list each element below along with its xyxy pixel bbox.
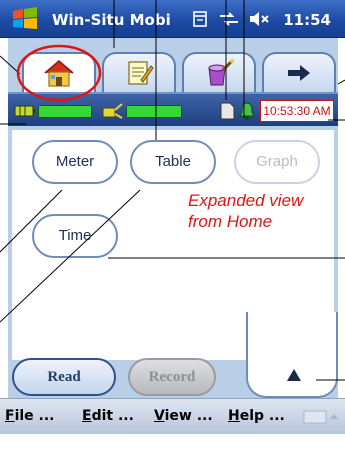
page-margin	[0, 434, 345, 460]
battery-icon	[14, 105, 35, 117]
tab-tools[interactable]	[182, 52, 256, 92]
signal-level-bar	[126, 105, 182, 118]
annotation-text: Expanded view from Home	[188, 190, 303, 232]
windows-flag-icon[interactable]	[10, 6, 40, 32]
app-title: Win-Situ Mobi	[52, 11, 171, 29]
edit-notepad-icon	[128, 61, 154, 85]
collapse-tab[interactable]	[246, 312, 338, 398]
time-view-button[interactable]: Time	[32, 214, 118, 258]
read-button[interactable]: Read	[12, 358, 116, 396]
table-view-button[interactable]: Table	[130, 140, 216, 184]
paint-bucket-icon	[208, 59, 234, 86]
meter-view-button[interactable]: Meter	[32, 140, 118, 184]
clock[interactable]: 11:54	[283, 11, 331, 29]
menu-file[interactable]: File ...	[5, 408, 55, 424]
speaker-muted-icon[interactable]	[248, 10, 270, 28]
triangle-up-icon	[287, 369, 301, 381]
tab-edit[interactable]	[102, 52, 176, 92]
time-display: 10:53:30 AM	[260, 100, 334, 122]
tab-next[interactable]	[262, 52, 336, 92]
bell-icon	[239, 102, 255, 120]
battery-level-bar	[38, 105, 92, 118]
status-bar: 10:53:30 AM	[8, 92, 338, 126]
tab-home[interactable]	[22, 52, 96, 92]
keyboard-icon[interactable]	[302, 407, 340, 427]
annotation-line-1: Expanded view	[188, 191, 304, 210]
graph-view-button[interactable]: Graph	[234, 140, 320, 184]
menu-view[interactable]: View ...	[154, 408, 213, 424]
menu-edit[interactable]: Edit ...	[82, 408, 134, 424]
annotation-line-2: from Home	[188, 212, 273, 231]
connectivity-icon[interactable]	[218, 10, 240, 28]
record-button[interactable]: Record	[128, 358, 216, 396]
document-icon	[220, 102, 235, 120]
title-bar: Win-Situ Mobi 11:54	[0, 0, 345, 38]
menu-bar: File ... Edit ... View ... Help ...	[0, 398, 345, 434]
arrow-right-icon	[288, 65, 310, 81]
probe-icon	[102, 103, 123, 119]
home-icon	[44, 60, 74, 87]
window-manager-icon[interactable]	[192, 10, 208, 28]
menu-help[interactable]: Help ...	[228, 408, 285, 424]
